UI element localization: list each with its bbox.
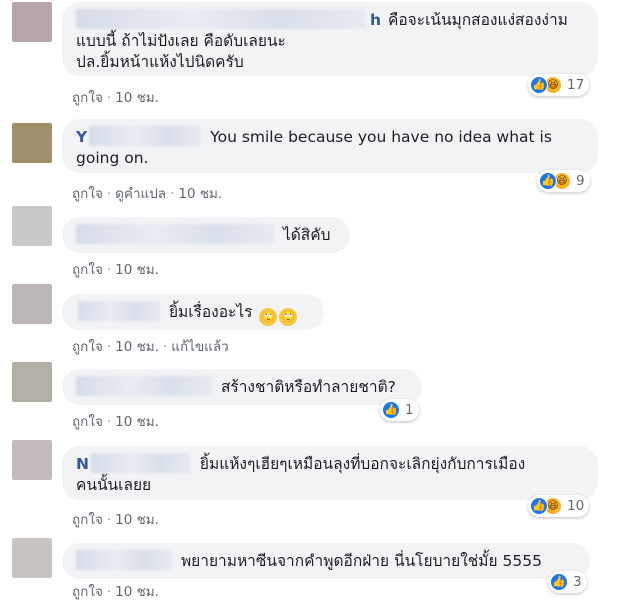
reaction-summary[interactable]: 👍 😆 17 [528, 74, 590, 96]
timestamp[interactable]: 10 ชม. [115, 262, 159, 278]
comment-text-line: ได้สิคับ [282, 226, 331, 244]
avatar[interactable] [12, 284, 52, 324]
comment-actions: ถูกใจ · ดูคำแปล · 10 ชม. [72, 186, 223, 202]
comment-bubble: h คือจะเน้นมุกสองแง่สองง่าม แบบนี้ ถ้าไม… [62, 2, 598, 76]
like-icon: 👍 [382, 401, 400, 419]
comment-text-line: ปล.ยิ้มหน้าแห้งไปนิดครับ [76, 53, 244, 71]
reaction-summary[interactable]: 👍 3 [548, 571, 587, 593]
reaction-count: 3 [573, 574, 582, 590]
translate-link[interactable]: ดูคำแปล [115, 186, 166, 202]
comment-actions: ถูกใจ · 10 ชม. [72, 512, 159, 528]
comment-text-line: สร้างชาติหรือทำลายชาติ? [220, 378, 396, 396]
comment-text-line: แบบนี้ ถ้าไม่ปังเลย คือดับเลยนะ [76, 32, 286, 50]
comment-text-line: going on. [76, 149, 149, 167]
comment-bubble: Y You smile because you have no idea wha… [62, 119, 598, 173]
edited-link[interactable]: แก้ไขแล้ว [171, 339, 228, 355]
avatar[interactable] [12, 206, 52, 246]
timestamp[interactable]: 10 ชม. [115, 512, 159, 528]
reaction-count: 17 [567, 77, 585, 93]
blurred-name[interactable] [76, 9, 366, 29]
avatar[interactable] [12, 440, 52, 480]
blurred-name[interactable] [90, 453, 191, 473]
like-icon: 👍 [530, 76, 548, 94]
avatar[interactable] [12, 538, 52, 578]
reaction-summary[interactable]: 👍 1 [380, 399, 419, 421]
like-link[interactable]: ถูกใจ [72, 584, 103, 600]
timestamp[interactable]: 10 ชม. [115, 339, 159, 355]
like-link[interactable]: ถูกใจ [72, 262, 103, 278]
comment-text-line: คนนั้นเลยย [76, 476, 152, 494]
like-icon: 👍 [530, 497, 548, 515]
comment-bubble: N ยิ้มแห้งๆเฮียๆเหมือนลุงที่บอกจะเลิกยุ่… [62, 446, 598, 500]
comment-bubble: ได้สิคับ [62, 217, 350, 253]
commenter-name[interactable]: Y [76, 128, 87, 146]
comment-text-line: You smile because you have no idea what … [210, 128, 552, 146]
like-icon: 👍 [539, 172, 557, 190]
comment-text-line: คือจะเน้นมุกสองแง่สองง่าม [387, 11, 568, 29]
blurred-name[interactable] [76, 224, 274, 244]
comment-actions: ถูกใจ · 10 ชม. [72, 90, 159, 106]
avatar[interactable] [12, 362, 52, 402]
avatar[interactable] [12, 123, 52, 163]
comment-bubble: ยิ้มเรื่องอะไร 🙄 🙄 [62, 294, 324, 330]
timestamp[interactable]: 10 ชม. [115, 584, 159, 600]
comment-text-line: พยายามหาซีนจากคำพูดอีกฝ่าย นี่นโยบายใช่ม… [180, 552, 542, 570]
reaction-count: 9 [576, 173, 585, 189]
timestamp[interactable]: 10 ชม. [115, 90, 159, 106]
rolling-eyes-icon: 🙄 [259, 308, 278, 326]
rolling-eyes-icon: 🙄 [279, 308, 298, 326]
blurred-name[interactable] [78, 301, 160, 321]
timestamp[interactable]: 10 ชม. [115, 414, 159, 430]
blurred-name[interactable] [76, 376, 212, 396]
like-link[interactable]: ถูกใจ [72, 186, 103, 202]
like-link[interactable]: ถูกใจ [72, 512, 103, 528]
comment-actions: ถูกใจ · 10 ชม. [72, 414, 159, 430]
like-link[interactable]: ถูกใจ [72, 339, 103, 355]
commenter-name[interactable]: N [76, 455, 89, 473]
avatar[interactable] [12, 2, 52, 42]
comment-bubble: สร้างชาติหรือทำลายชาติ? [62, 369, 422, 405]
comment-bubble: พยายามหาซีนจากคำพูดอีกฝ่าย นี่นโยบายใช่ม… [62, 543, 590, 579]
reaction-count: 1 [405, 402, 414, 418]
comment-actions: ถูกใจ · 10 ชม. [72, 262, 159, 278]
comment-text-line: ยิ้มเรื่องอะไร [168, 303, 253, 321]
commenter-name[interactable]: h [370, 11, 381, 29]
blurred-name[interactable] [76, 550, 172, 570]
like-link[interactable]: ถูกใจ [72, 90, 103, 106]
timestamp[interactable]: 10 ชม. [178, 186, 222, 202]
like-icon: 👍 [550, 573, 568, 591]
reaction-count: 10 [567, 498, 585, 514]
reaction-summary[interactable]: 👍 😆 9 [537, 170, 590, 192]
blurred-name[interactable] [89, 126, 202, 146]
comment-text-line: ยิ้มแห้งๆเฮียๆเหมือนลุงที่บอกจะเลิกยุ่งก… [199, 455, 526, 473]
comment-actions: ถูกใจ · 10 ชม. · แก้ไขแล้ว [72, 339, 229, 355]
like-link[interactable]: ถูกใจ [72, 414, 103, 430]
reaction-summary[interactable]: 👍 😆 10 [528, 495, 590, 517]
